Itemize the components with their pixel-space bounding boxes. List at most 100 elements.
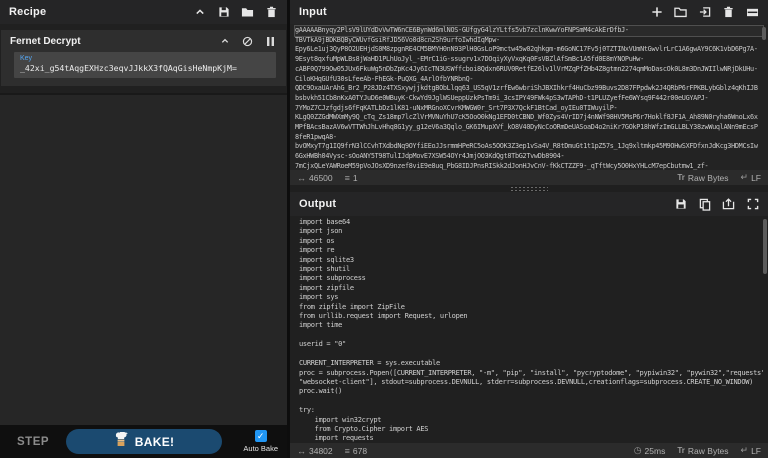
load-recipe-folder-icon[interactable] (241, 6, 254, 19)
recipe-drop-area[interactable] (0, 93, 287, 425)
auto-bake-checkbox[interactable]: ✓ (255, 430, 267, 442)
recipe-panel: Recipe Fernet Decrypt (0, 0, 287, 458)
clear-input-trash-icon[interactable] (722, 6, 735, 19)
open-file-icon[interactable] (698, 6, 711, 19)
step-button[interactable]: STEP (17, 436, 49, 448)
input-editor[interactable]: gAAAAABnyqy2PlsV9lUYdDvVwTW6nCE6BynWd6ml… (290, 24, 768, 170)
copy-output-icon[interactable] (698, 198, 711, 211)
line-count-icon: ≡ (345, 446, 350, 456)
input-line: gAAAAABnyqy2PlsV9lUYdDvVwTW6nCE6BynWd6ml… (295, 26, 763, 36)
output-line: import re (299, 246, 763, 255)
encoding-icon: Tr (677, 446, 685, 455)
add-tab-icon[interactable] (650, 6, 663, 19)
input-line-count: ≡ 1 (345, 173, 358, 183)
input-line: bsbvkh51Cb8nKxA0TYJuD6e0WBuyK-CkwYd9JglW… (295, 94, 763, 104)
operation-fernet-decrypt[interactable]: Fernet Decrypt Key _42xi_g54tAqgEXHzc3eq… (1, 30, 286, 86)
recipe-header: Recipe (0, 0, 287, 24)
tab-view-icon[interactable] (746, 6, 759, 19)
maximize-output-icon[interactable] (746, 198, 759, 211)
output-line (299, 397, 763, 406)
input-title: Input (299, 6, 650, 18)
output-header: Output (290, 192, 768, 216)
input-encoding-selector[interactable]: Tr Raw Bytes (677, 173, 728, 183)
output-viewer: import base64import jsonimport osimport … (290, 216, 768, 443)
collapse-operation-icon[interactable] (218, 35, 231, 48)
output-line: import zipfile (299, 284, 763, 293)
bake-button-label: BAKE! (135, 435, 175, 449)
output-encoding-selector[interactable]: Tr Raw Bytes (677, 446, 728, 456)
output-panel: Output import (290, 192, 768, 458)
output-line: import shutil (299, 265, 763, 274)
encoding-icon: Tr (677, 173, 685, 182)
checkmark-icon: ✓ (257, 430, 265, 442)
output-line: proc = subprocess.Popen([CURRENT_INTERPR… (299, 369, 763, 378)
output-eol-selector[interactable]: ↵ LF (741, 445, 761, 456)
disable-operation-icon[interactable] (241, 35, 254, 48)
io-splitter[interactable] (290, 185, 768, 192)
input-line: cABF0Q799Ow05JUx6FkuWg5nDbZpKc4Jy6IcTN3U… (295, 65, 763, 75)
bake-time: ◷ 25ms (634, 445, 666, 456)
output-line: from zipfile import ZipFile (299, 303, 763, 312)
input-panel: Input (290, 0, 768, 185)
output-line (299, 350, 763, 359)
chef-hat-icon (114, 432, 128, 452)
length-icon: ↔ (297, 446, 306, 456)
output-line-count: ≡ 678 (345, 446, 367, 456)
output-line: from urllib.request import Request, urlo… (299, 312, 763, 321)
input-header: Input (290, 0, 768, 24)
input-char-count: ↔ 46500 (297, 173, 333, 183)
output-statusbar: ↔ 34802 ≡ 678 ◷ 25ms Tr Raw Bytes (290, 443, 768, 458)
input-line: 7YMoZ7CJzfgdjs6fFqKATLbDz1lK81-uNxMRGnoX… (295, 104, 763, 114)
breakpoint-pause-icon[interactable] (264, 35, 277, 48)
input-line: 7mCjxQLeYAWRoeM59pVoJOsXD9nzef8viE9e8uq_… (295, 162, 763, 170)
input-eol-selector[interactable]: ↵ LF (741, 172, 761, 183)
key-input-value: _42xi_g54tAqgEXHzc3eqvJJkkX3fQAqGisHeNmp… (20, 63, 270, 74)
clear-recipe-trash-icon[interactable] (265, 6, 278, 19)
eol-icon: ↵ (741, 445, 749, 456)
output-line: import os (299, 237, 763, 246)
splitter-grip-icon (510, 186, 548, 191)
key-input[interactable]: Key _42xi_g54tAqgEXHzc3eqvJJkkX3fQAqGisH… (14, 52, 276, 78)
input-line: QDC9OxaUArAhG_Br2_P28JDz4TXSxywjjkdtgBOb… (295, 84, 763, 94)
input-line: CiloKHqGUfU30sLfeeAb-FhEGk-PuQXG_4ArlOfb… (295, 75, 763, 85)
output-line: import requests (299, 434, 763, 443)
output-line: import base64 (299, 218, 763, 227)
cyberchef-app: Recipe Fernet Decrypt (0, 0, 768, 458)
input-line: MPfBAcsBazAV6wVTTWhJhLvHhq8G1yy_g12eV6a3… (295, 123, 763, 133)
input-line: 8feR1pwqA8- (295, 133, 763, 143)
input-scrollbar-thumb[interactable] (762, 27, 766, 40)
clock-icon: ◷ (634, 445, 642, 456)
output-line: import json (299, 227, 763, 236)
save-recipe-icon[interactable] (217, 6, 230, 19)
input-line: TBVTkA9jBDKBQByCWUvfGsiRfJD56Vo0d8cn2Sh9… (295, 36, 763, 46)
output-line: import subprocess (299, 274, 763, 283)
recipe-title: Recipe (9, 6, 193, 18)
bake-button[interactable]: BAKE! (66, 429, 222, 454)
eol-icon: ↵ (741, 172, 749, 183)
output-line: CURRENT_INTERPRETER = sys.executable (299, 359, 763, 368)
input-line: 9Esyt8qxfuMpWLBs8jWaHD1PLhUoJyl_-EMrC1iG… (295, 55, 763, 65)
save-output-icon[interactable] (674, 198, 687, 211)
open-folder-icon[interactable] (674, 6, 687, 19)
output-title: Output (299, 198, 674, 210)
auto-bake-control[interactable]: ✓ Auto Bake (243, 430, 278, 453)
key-input-label: Key (20, 54, 270, 63)
output-line: "websocket-client"], stdout=subprocess.D… (299, 378, 763, 387)
controls-bar: STEP BAKE! ✓ Auto Bake (0, 425, 287, 458)
io-column: Input (290, 0, 768, 458)
output-line: import time (299, 321, 763, 330)
length-icon: ↔ (297, 173, 306, 183)
input-line: bvOMxyT7g1IQ9frN3lCCvhTXdbdNq9OYfiEEoJJs… (295, 142, 763, 152)
operation-header[interactable]: Fernet Decrypt (1, 30, 286, 52)
output-line (299, 331, 763, 340)
input-line: 6GxHWBh04Vysc-sOoANY5T98TulIJdpMovE7XSW5… (295, 152, 763, 162)
operation-title: Fernet Decrypt (10, 36, 218, 47)
input-line: KLgQ0ZZGdMWXmMy9Q_cTq_Zs18mp7lcZlVrMVNuY… (295, 113, 763, 123)
output-scrollbar-thumb[interactable] (763, 219, 767, 274)
output-line: userid = "0" (299, 340, 763, 349)
collapse-recipe-icon[interactable] (193, 6, 206, 19)
output-line: from Crypto.Cipher import AES (299, 425, 763, 434)
output-line: proc.wait() (299, 387, 763, 396)
replace-input-with-output-icon[interactable] (722, 198, 735, 211)
line-count-icon: ≡ (345, 173, 350, 183)
